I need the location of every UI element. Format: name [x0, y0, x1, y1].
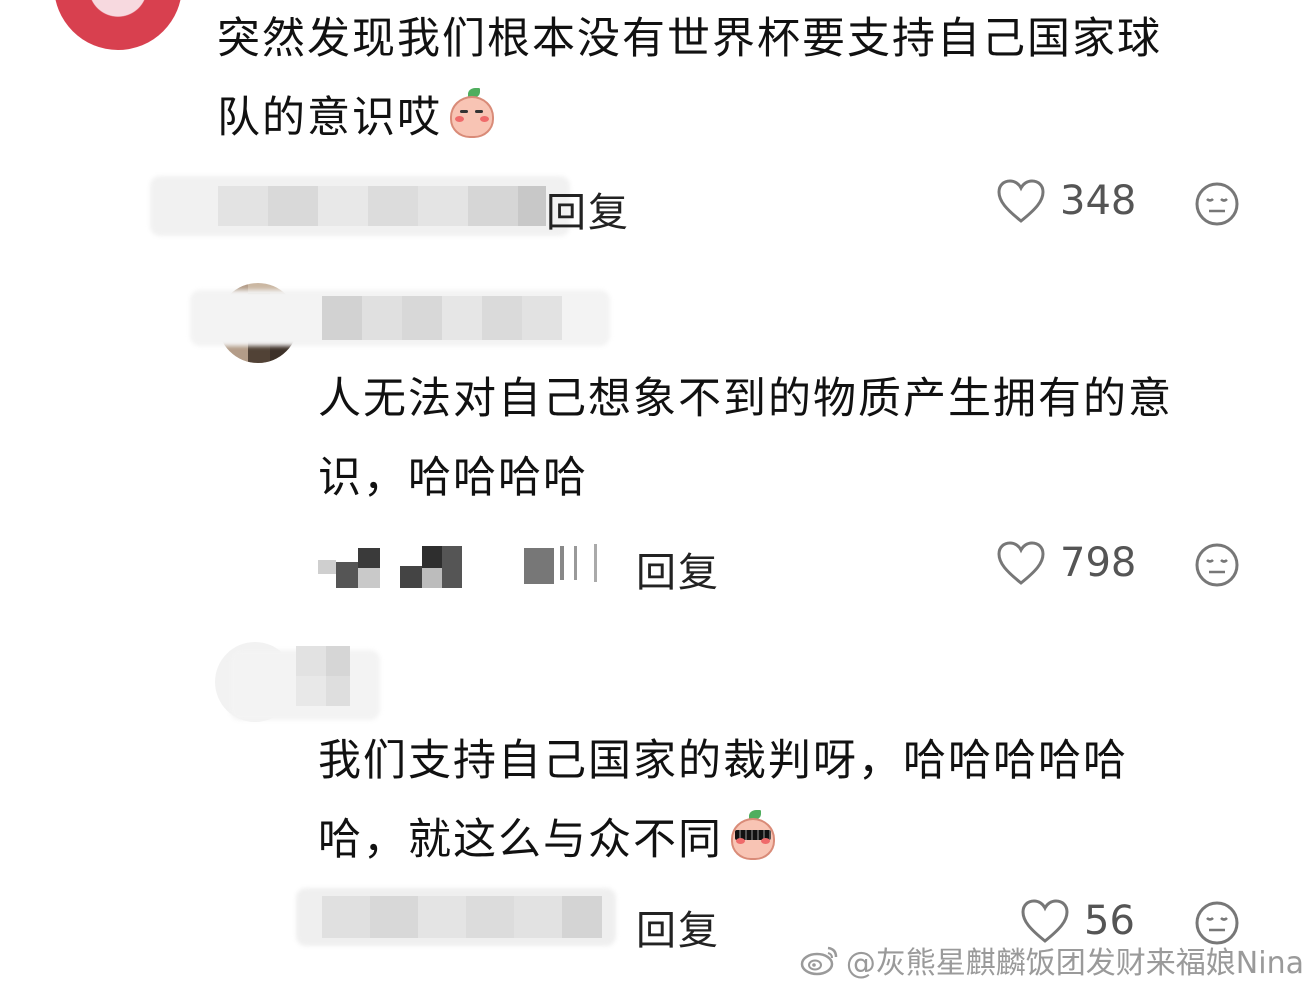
commenter-avatar[interactable] — [54, 0, 182, 50]
comment-text: 突然发现我们根本没有世界杯要支持自己国家球 队的意识哎 — [217, 0, 1162, 158]
watermark-text: @灰熊星麒麟饭团发财来福娘Nina — [845, 946, 1304, 981]
comment-line: 哈，就这么与众不同 — [318, 801, 1128, 880]
like-count: 798 — [1060, 540, 1137, 586]
heart-outline-icon — [996, 540, 1046, 586]
reply-button[interactable]: 回复 — [636, 898, 720, 956]
meh-face-icon[interactable] — [1194, 181, 1240, 227]
reply-button[interactable]: 回复 — [636, 540, 720, 598]
meh-face-icon[interactable] — [1194, 542, 1240, 588]
like-count: 348 — [1060, 178, 1137, 224]
watermark: @灰熊星麒麟饭团发财来福娘Nina — [800, 938, 1304, 982]
like-button[interactable]: 348 — [996, 178, 1136, 224]
comment-line: 我们支持自己国家的裁判呀，哈哈哈哈哈 — [318, 736, 1128, 786]
weibo-icon — [800, 944, 840, 976]
like-button[interactable]: 798 — [996, 540, 1136, 586]
heart-outline-icon — [996, 178, 1046, 224]
comment-line-text: 哈，就这么与众不同 — [318, 815, 723, 865]
cool-peach-emoji-icon — [727, 810, 779, 862]
comment-line: 识，哈哈哈哈 — [318, 453, 588, 503]
comment-line: 突然发现我们根本没有世界杯要支持自己国家球 — [217, 14, 1162, 64]
reply-button[interactable]: 回复 — [546, 180, 630, 238]
shy-peach-emoji-icon — [446, 88, 498, 140]
comment-text: 我们支持自己国家的裁判呀，哈哈哈哈哈 哈，就这么与众不同 — [318, 722, 1128, 880]
comment-line: 队的意识哎 — [217, 79, 1162, 158]
comment-line: 人无法对自己想象不到的物质产生拥有的意 — [318, 374, 1173, 424]
comment-text: 人无法对自己想象不到的物质产生拥有的意 识，哈哈哈哈 — [318, 360, 1173, 518]
comment-line-text: 队的意识哎 — [217, 93, 442, 143]
